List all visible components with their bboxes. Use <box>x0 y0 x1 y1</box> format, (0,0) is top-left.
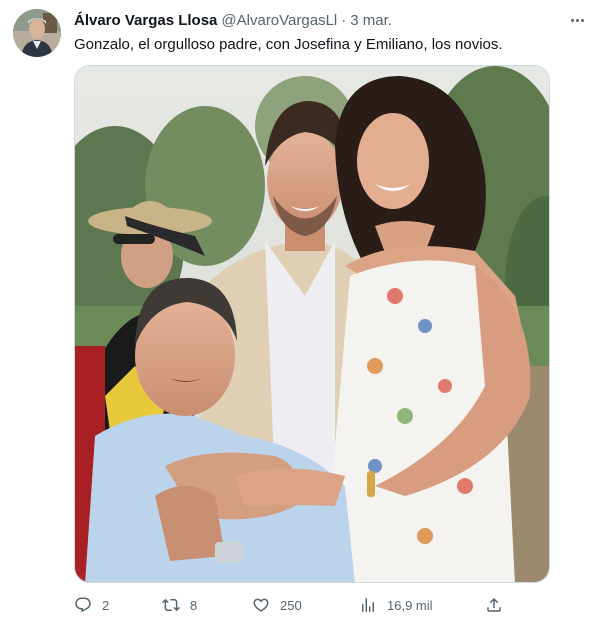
more-icon[interactable] <box>566 10 588 30</box>
retweet-count: 8 <box>190 597 198 613</box>
analytics-icon <box>362 598 374 612</box>
heart-icon <box>253 598 269 612</box>
tweet-date[interactable]: 3 mar. <box>350 12 392 29</box>
reply-button[interactable]: 2 <box>74 592 109 618</box>
retweet-button[interactable]: 8 <box>162 592 197 618</box>
like-count: 250 <box>280 597 302 613</box>
reply-icon <box>75 597 91 613</box>
tweet-actions: 2 8 250 16,9 mil <box>74 592 514 618</box>
tweet-header: Álvaro Vargas Llosa @AlvaroVargasLl · 3 … <box>74 10 392 30</box>
author-handle[interactable]: @AlvaroVargasLl <box>221 12 337 29</box>
tweet-text: Gonzalo, el orgulloso padre, con Josefin… <box>74 36 503 53</box>
tweet: Álvaro Vargas Llosa @AlvaroVargasLl · 3 … <box>0 0 593 620</box>
reply-count: 2 <box>102 597 110 613</box>
separator: · <box>341 11 347 29</box>
views-button[interactable]: 16,9 mil <box>359 592 433 618</box>
retweet-icon <box>162 598 180 612</box>
share-icon <box>487 597 501 612</box>
like-button[interactable]: 250 <box>252 592 302 618</box>
views-count: 16,9 mil <box>387 597 433 613</box>
author-avatar[interactable] <box>13 9 61 57</box>
share-button[interactable] <box>485 592 503 618</box>
author-name[interactable]: Álvaro Vargas Llosa <box>74 12 217 29</box>
tweet-photo[interactable] <box>74 65 550 583</box>
